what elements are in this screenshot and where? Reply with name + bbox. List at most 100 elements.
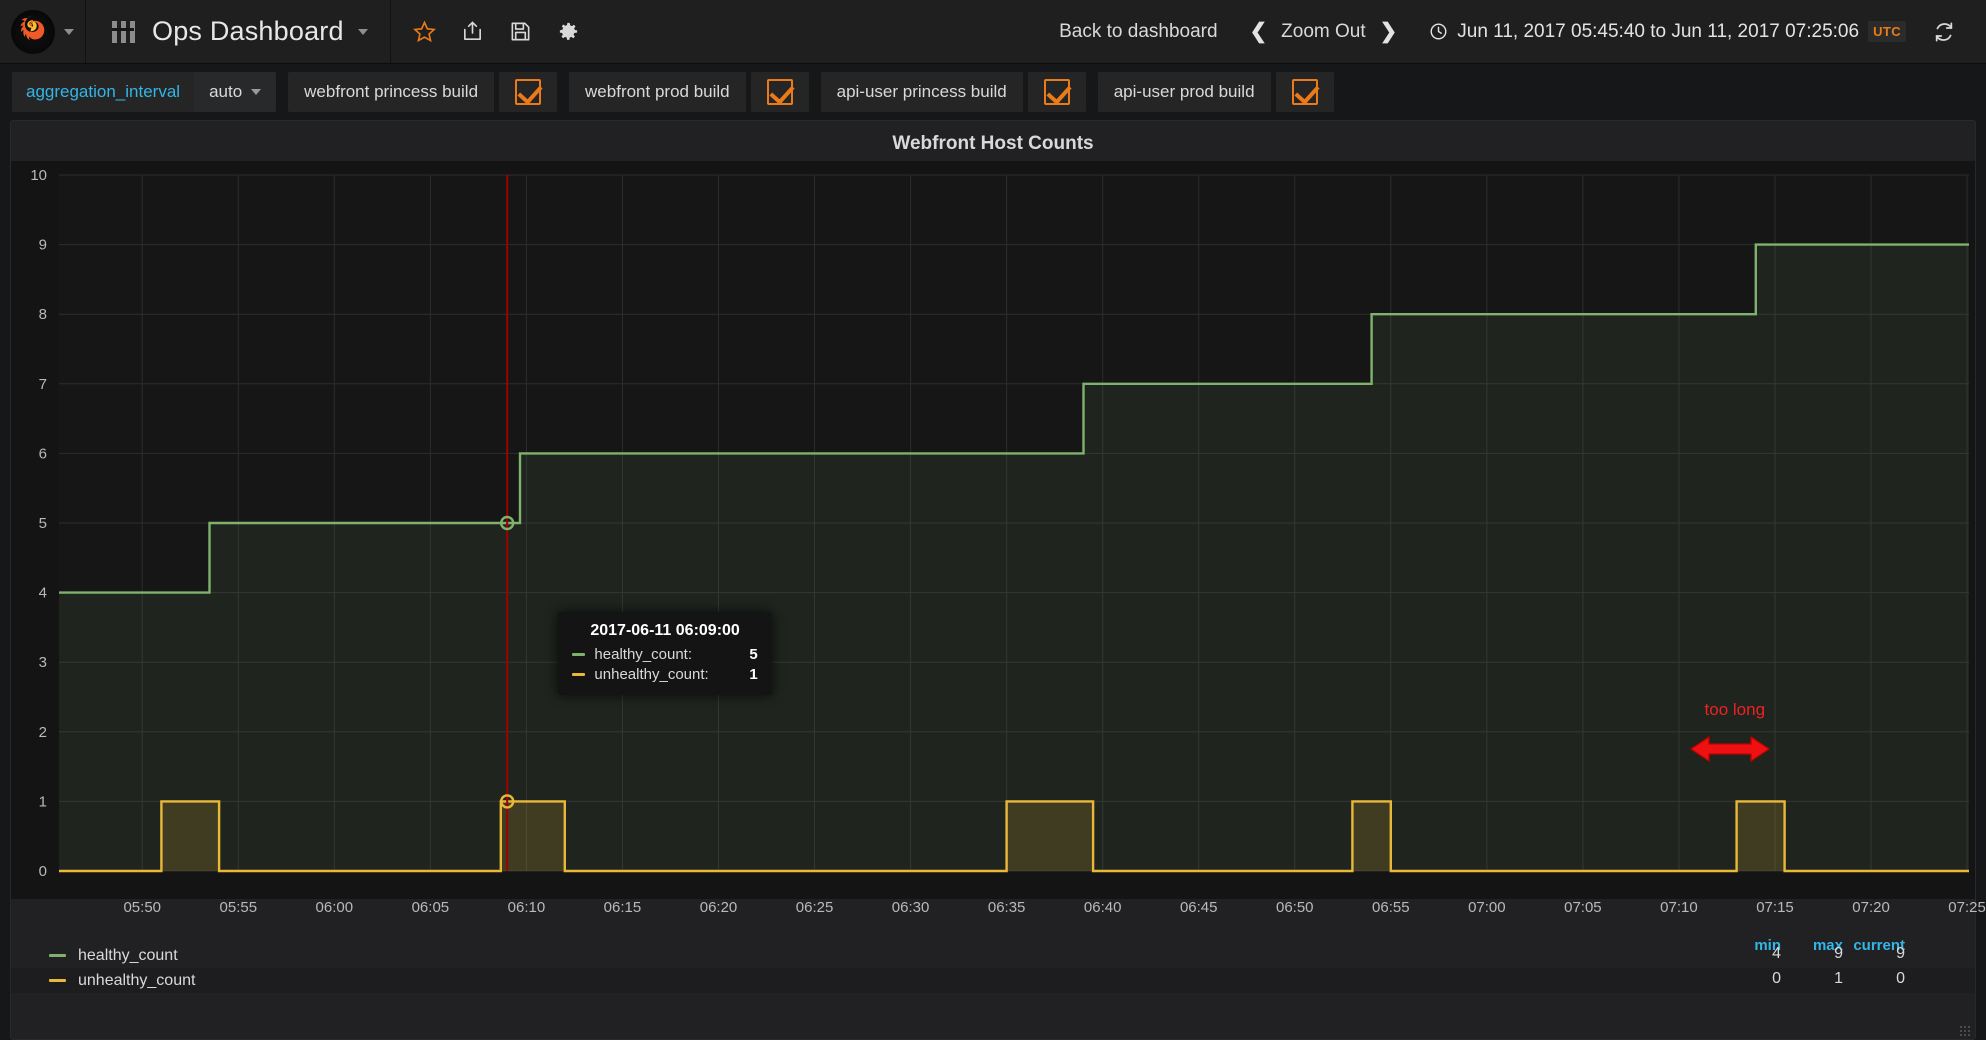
back-to-dashboard-button[interactable]: Back to dashboard — [1041, 21, 1235, 43]
dashboard-title-cell[interactable]: Ops Dashboard — [86, 0, 391, 63]
y-axis-tick-label: 7 — [39, 376, 47, 393]
variable-checkbox-webfront-princess-build[interactable] — [499, 72, 558, 112]
legend-series-name[interactable]: unhealthy_count — [78, 972, 195, 990]
series-color-swatch — [572, 673, 586, 677]
variable-aggregation-interval: aggregation_interval auto — [12, 72, 277, 112]
tooltip-series-label: healthy_count: — [594, 646, 692, 664]
series-color-swatch[interactable] — [49, 979, 66, 982]
grafana-logo-icon[interactable] — [11, 9, 55, 54]
x-axis-tick-label: 06:15 — [603, 899, 642, 916]
clock-icon — [1430, 23, 1447, 40]
x-axis-tick-label: 05:55 — [219, 899, 258, 916]
plot-area[interactable]: 0 1 2 3 4 5 6 7 8 9 10 2017-06-11 06:09:00 healthy… — [11, 161, 1975, 899]
plot-canvas[interactable]: 0 1 2 3 4 5 6 7 8 9 10 — [11, 161, 1975, 899]
settings-gear-icon[interactable] — [545, 0, 593, 64]
legend-current-value: 9 — [1896, 945, 1905, 962]
refresh-icon[interactable] — [1918, 0, 1970, 64]
y-axis-tick-label: 10 — [30, 167, 47, 184]
zoom-controls: ❮ Zoom Out ❯ — [1236, 21, 1412, 43]
dashboard-grid-icon — [112, 20, 138, 43]
series-color-swatch[interactable] — [49, 954, 66, 957]
graph-panel: Webfront Host Counts 0 1 2 3 4 5 6 7 8 9 10 2017-0… — [10, 120, 1986, 1040]
nav-icon-group — [391, 0, 593, 63]
panel-resize-handle[interactable] — [1959, 1025, 1971, 1037]
checkmark-icon — [515, 79, 542, 105]
legend-series-stats: 0 1 0 — [1719, 970, 1905, 988]
template-variables-row: aggregation_interval auto webfront princ… — [0, 64, 1986, 120]
y-axis-tick-label: 8 — [39, 306, 47, 323]
chevron-down-icon — [251, 89, 262, 95]
navbar-right-controls: Back to dashboard ❮ Zoom Out ❯ Jun 11, 2… — [1041, 0, 1986, 63]
chevron-left-icon[interactable]: ❮ — [1250, 21, 1268, 42]
legend-series-name[interactable]: healthy_count — [78, 947, 178, 965]
x-axis-tick-label: 07:15 — [1756, 899, 1794, 916]
tooltip-series-value: 5 — [749, 646, 758, 664]
double-arrow-horizontal-icon — [1689, 732, 1771, 771]
x-axis-tick-label: 06:20 — [699, 899, 738, 916]
tooltip-row-healthy: healthy_count: 5 — [572, 646, 758, 664]
variable-webfront-princess-build: webfront princess build — [288, 72, 558, 112]
variable-webfront-prod-build: webfront prod build — [569, 72, 809, 112]
y-axis-tick-label: 4 — [39, 585, 47, 602]
panel-title[interactable]: Webfront Host Counts — [11, 121, 1975, 161]
variable-api-user-princess-build: api-user princess build — [820, 72, 1086, 112]
star-icon[interactable] — [401, 0, 449, 64]
legend-row-unhealthy-count[interactable]: unhealthy_count 0 1 0 — [11, 968, 1975, 993]
checkmark-icon — [1291, 79, 1318, 105]
x-axis-tick-label: 06:35 — [987, 899, 1026, 916]
chevron-right-icon[interactable]: ❯ — [1380, 21, 1398, 42]
variable-label-aggregation-interval: aggregation_interval — [12, 72, 195, 112]
x-axis-tick-label: 07:10 — [1660, 899, 1698, 916]
y-axis-tick-label: 9 — [39, 237, 47, 254]
annotation-too-long-label: too long — [1704, 700, 1766, 720]
x-axis-tick-label: 06:30 — [891, 899, 930, 916]
x-axis-tick-label: 06:25 — [795, 899, 834, 916]
x-axis-tick-label: 06:55 — [1372, 899, 1410, 916]
graph-tooltip: 2017-06-11 06:09:00 healthy_count: 5 unh… — [558, 612, 772, 696]
x-axis-tick-label: 06:45 — [1179, 899, 1218, 916]
variable-label-webfront-prod-build: webfront prod build — [569, 72, 746, 112]
legend-current-value: 0 — [1896, 970, 1905, 987]
x-axis-tick-label: 06:00 — [315, 899, 354, 916]
save-icon[interactable] — [497, 0, 545, 64]
y-axis-tick-label: 6 — [39, 445, 47, 462]
legend-min-value: 0 — [1772, 970, 1781, 987]
legend-max-value: 9 — [1834, 945, 1843, 962]
variable-checkbox-api-user-prod-build[interactable] — [1275, 72, 1334, 112]
x-axis-tick-label: 07:25 — [1948, 899, 1986, 916]
y-axis-tick-label: 0 — [39, 863, 47, 880]
series-color-swatch — [572, 653, 586, 657]
variable-value-text: auto — [209, 82, 243, 101]
x-axis-tick-label: 06:50 — [1275, 899, 1314, 916]
checkmark-icon — [766, 79, 793, 105]
variable-select-aggregation-interval[interactable]: auto — [194, 72, 277, 112]
variable-checkbox-webfront-prod-build[interactable] — [750, 72, 809, 112]
tooltip-series-value: 1 — [749, 666, 758, 684]
page-title[interactable]: Ops Dashboard — [152, 16, 344, 47]
title-chevron-down-icon[interactable] — [357, 28, 368, 35]
x-axis-tick-label: 05:50 — [123, 899, 162, 916]
legend-row-healthy-count[interactable]: healthy_count 4 9 9 — [11, 943, 1975, 968]
legend-min-value: 4 — [1772, 945, 1781, 962]
tooltip-row-unhealthy: unhealthy_count: 1 — [572, 666, 758, 684]
logo-chevron-down-icon[interactable] — [64, 28, 74, 35]
variable-checkbox-api-user-princess-build[interactable] — [1027, 72, 1086, 112]
x-axis: 05:50 05:55 06:00 06:05 06:10 06:15 06:20 06:25… — [11, 899, 1985, 933]
variable-label-webfront-princess-build: webfront princess build — [288, 72, 495, 112]
y-axis-tick-label: 5 — [39, 515, 47, 532]
x-axis-tick-label: 07:20 — [1852, 899, 1890, 916]
tooltip-time: 2017-06-11 06:09:00 — [590, 622, 740, 640]
x-axis-tick-label: 06:10 — [507, 899, 546, 916]
logo-cell[interactable] — [0, 0, 86, 63]
variable-label-api-user-prod-build: api-user prod build — [1097, 72, 1271, 112]
share-icon[interactable] — [449, 0, 497, 64]
timezone-badge[interactable]: UTC — [1868, 21, 1906, 42]
zoom-out-button[interactable]: Zoom Out — [1281, 21, 1365, 43]
y-axis-tick-label: 3 — [39, 654, 47, 671]
time-range-text[interactable]: Jun 11, 2017 05:45:40 to Jun 11, 2017 07… — [1457, 21, 1859, 43]
x-axis-tick-label: 07:00 — [1468, 899, 1506, 916]
y-axis-tick-label: 1 — [39, 793, 47, 810]
top-navbar: Ops Dashboard Back to dashboard ❮ Zoom O… — [0, 0, 1986, 64]
time-range-picker[interactable]: Jun 11, 2017 05:45:40 to Jun 11, 2017 07… — [1411, 21, 1918, 43]
legend: min max current healthy_count 4 9 9 unhe… — [11, 933, 1975, 993]
